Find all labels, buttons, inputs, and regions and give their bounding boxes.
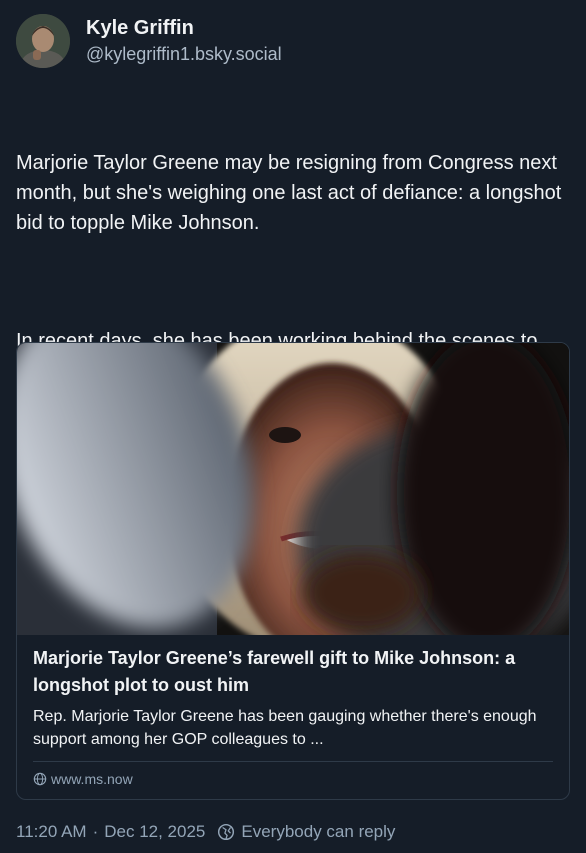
post-date[interactable]: Dec 12, 2025: [104, 822, 205, 842]
author-handle[interactable]: @kylegriffin1.bsky.social: [86, 42, 282, 66]
link-card-description: Rep. Marjorie Taylor Greene has been gau…: [33, 708, 537, 748]
link-card-text: Marjorie Taylor Greene’s farewell gift t…: [17, 635, 569, 751]
article-photo-icon: [17, 343, 569, 635]
author-names: Kyle Griffin @kylegriffin1.bsky.social: [86, 16, 282, 66]
avatar[interactable]: [16, 14, 70, 68]
link-card-title: Marjorie Taylor Greene’s farewell gift t…: [33, 648, 516, 695]
avatar-photo-icon: [16, 14, 70, 68]
link-card[interactable]: Marjorie Taylor Greene’s farewell gift t…: [16, 342, 570, 800]
link-card-domain: www.ms.now: [17, 762, 569, 787]
meta-separator: ·: [92, 822, 99, 841]
post-time[interactable]: 11:20 AM: [16, 822, 87, 842]
post-meta: 11:20 AM · Dec 12, 2025 Everybody can re…: [16, 822, 395, 842]
reply-setting-text: Everybody can reply: [241, 822, 396, 841]
post-paragraph: Marjorie Taylor Greene may be resigning …: [16, 152, 567, 234]
author-display-name[interactable]: Kyle Griffin: [86, 16, 282, 40]
post-header: Kyle Griffin @kylegriffin1.bsky.social: [16, 14, 282, 68]
globe-icon: [33, 772, 47, 786]
globe-icon: [218, 823, 235, 841]
link-card-thumbnail: [17, 343, 569, 635]
reply-setting: Everybody can reply: [217, 822, 395, 842]
post: Kyle Griffin @kylegriffin1.bsky.social M…: [0, 0, 586, 853]
link-card-domain-text: www.ms.now: [51, 771, 133, 787]
